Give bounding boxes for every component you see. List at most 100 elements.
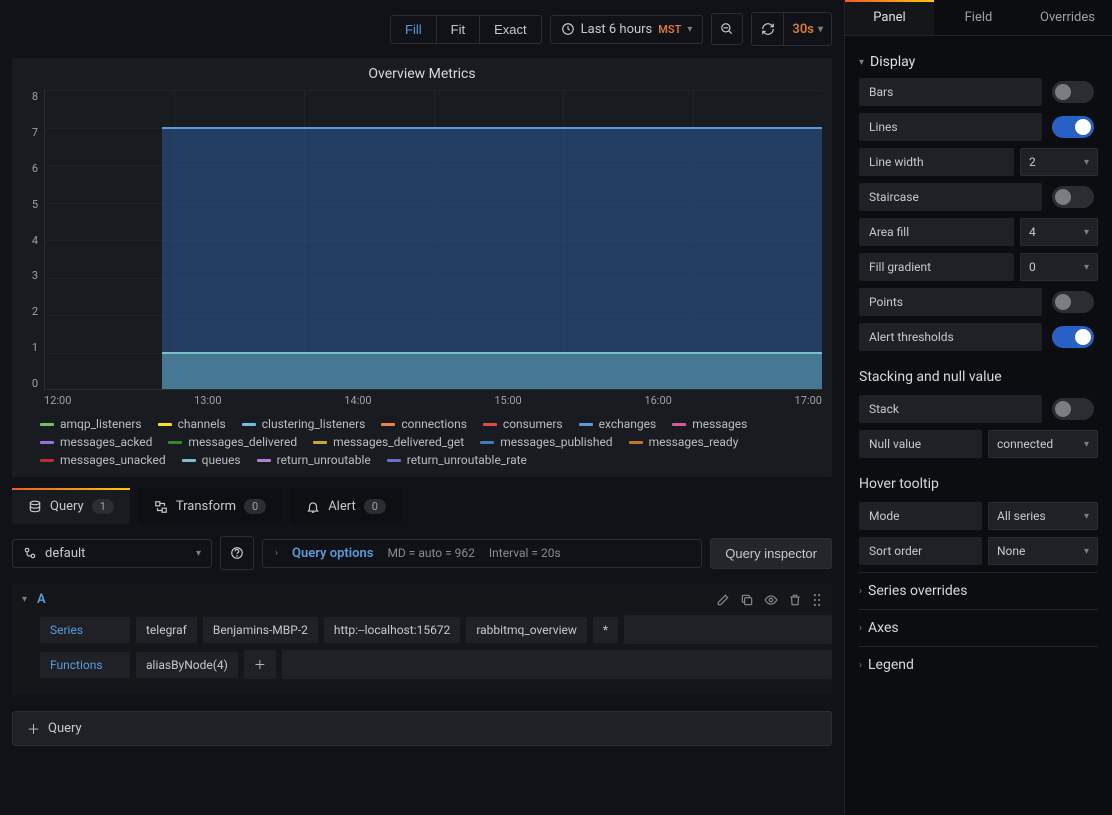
select-hover-mode[interactable]: All series▾ — [988, 502, 1098, 530]
legend-swatch — [40, 423, 54, 426]
legend-swatch — [158, 423, 172, 426]
refresh-button[interactable] — [752, 13, 784, 45]
zoom-out-button[interactable] — [711, 13, 743, 45]
side-tabs: PanelFieldOverrides — [845, 0, 1112, 36]
toggle-stack[interactable] — [1052, 398, 1094, 420]
legend-item[interactable]: messages_acked — [40, 435, 152, 449]
section-series-overrides[interactable]: ›Series overrides — [859, 572, 1098, 609]
time-range-picker[interactable]: Last 6 hours MST ▾ — [550, 15, 704, 44]
series-segment[interactable]: * — [593, 617, 618, 643]
refresh-combo: 30s ▾ — [751, 12, 832, 46]
select-nullvalue[interactable]: connected▾ — [988, 430, 1098, 458]
query-options-bar[interactable]: › Query options MD = auto = 962 Interval… — [262, 539, 702, 568]
toggle-points[interactable] — [1052, 291, 1094, 313]
legend-swatch — [483, 423, 497, 426]
select-fillgradient[interactable]: 0▾ — [1020, 253, 1098, 281]
toggle-lines[interactable] — [1052, 116, 1094, 138]
query-options-link[interactable]: Query options — [292, 546, 373, 561]
chevron-down-icon: ▾ — [859, 57, 864, 68]
legend-swatch — [579, 423, 593, 426]
legend-item[interactable]: channels — [158, 417, 226, 431]
query-ref-id[interactable]: A — [37, 592, 46, 607]
chevron-right-icon: › — [859, 660, 862, 671]
trash-icon[interactable] — [788, 593, 802, 607]
legend-item[interactable]: return_unroutable — [257, 453, 371, 467]
series-segment[interactable]: http:--localhost:15672 — [324, 617, 460, 643]
legend-swatch — [40, 459, 54, 462]
scale-mode-fit[interactable]: Fit — [436, 16, 479, 43]
select-areafill[interactable]: 4▾ — [1020, 218, 1098, 246]
legend-item[interactable]: messages_delivered_get — [313, 435, 464, 449]
section-legend[interactable]: ›Legend — [859, 646, 1098, 683]
legend-item[interactable]: connections — [381, 417, 467, 431]
legend-swatch — [381, 423, 395, 426]
legend-item[interactable]: return_unroutable_rate — [387, 453, 527, 467]
legend-swatch — [168, 441, 182, 444]
chevron-right-icon: › — [275, 548, 278, 559]
chevron-down-icon: ▾ — [687, 24, 692, 35]
drag-handle-icon[interactable] — [812, 593, 822, 607]
legend-item[interactable]: messages_ready — [629, 435, 739, 449]
chevron-down-icon: ▾ — [196, 548, 201, 559]
tab-query[interactable]: Query 1 — [12, 489, 130, 524]
refresh-interval-select[interactable]: 30s ▾ — [784, 22, 831, 37]
chevron-right-icon: › — [859, 623, 862, 634]
chevron-down-icon: ▾ — [818, 24, 823, 35]
chart-plot[interactable] — [44, 90, 822, 390]
legend-swatch — [242, 423, 256, 426]
side-tab-overrides[interactable]: Overrides — [1023, 0, 1112, 35]
side-tab-field[interactable]: Field — [934, 0, 1023, 35]
section-axes[interactable]: ›Axes — [859, 609, 1098, 646]
opt-fillgrad-label: Fill gradient — [859, 253, 1014, 281]
opt-bars-label: Bars — [859, 78, 1042, 106]
legend-swatch — [313, 441, 327, 444]
copy-icon[interactable] — [740, 593, 754, 607]
toggle-staircase[interactable] — [1052, 186, 1094, 208]
scale-mode-group: FillFitExact — [390, 15, 542, 44]
query-row-a: ▾ A Series telegrafBenjamins-MBP-2http:-… — [12, 584, 832, 695]
legend-item[interactable]: amqp_listeners — [40, 417, 142, 431]
plus-icon: ＋ — [27, 719, 40, 738]
series-segment[interactable]: Benjamins-MBP-2 — [203, 617, 318, 643]
legend-swatch — [40, 441, 54, 444]
scale-mode-fill[interactable]: Fill — [391, 16, 436, 43]
subhead-hover: Hover tooltip — [859, 476, 1098, 492]
legend-item[interactable]: consumers — [483, 417, 563, 431]
add-function-button[interactable]: ＋ — [244, 650, 276, 679]
eye-icon[interactable] — [764, 593, 778, 607]
tab-alert[interactable]: Alert 0 — [290, 489, 402, 524]
series-label: Series — [40, 617, 130, 643]
opt-lines-label: Lines — [859, 113, 1042, 141]
toggle-alert-thresholds[interactable] — [1052, 326, 1094, 348]
legend-item[interactable]: messages — [672, 417, 747, 431]
side-tab-panel[interactable]: Panel — [845, 0, 934, 35]
select-linewidth[interactable]: 2▾ — [1020, 148, 1098, 176]
query-inspector-button[interactable]: Query inspector — [710, 538, 832, 569]
scale-mode-exact[interactable]: Exact — [479, 16, 541, 43]
add-query-button[interactable]: ＋ Query — [12, 711, 832, 746]
select-hover-sort[interactable]: None▾ — [988, 537, 1098, 565]
legend-swatch — [672, 423, 686, 426]
chevron-right-icon: › — [859, 586, 862, 597]
toggle-bars[interactable] — [1052, 81, 1094, 103]
clock-icon — [561, 22, 575, 36]
series-segment[interactable]: rabbitmq_overview — [466, 617, 587, 643]
legend-swatch — [387, 459, 401, 462]
legend-swatch — [629, 441, 643, 444]
legend-item[interactable]: queues — [182, 453, 241, 467]
legend-item[interactable]: messages_published — [480, 435, 612, 449]
legend-item[interactable]: clustering_listeners — [242, 417, 366, 431]
legend-item[interactable]: messages_delivered — [168, 435, 297, 449]
datasource-icon — [23, 546, 37, 560]
chevron-down-icon[interactable]: ▾ — [22, 594, 27, 605]
section-display[interactable]: ▾ Display — [859, 46, 1098, 78]
function-segment[interactable]: aliasByNode(4) — [136, 652, 238, 678]
tab-transform[interactable]: Transform 0 — [138, 489, 282, 524]
datasource-select[interactable]: default ▾ — [12, 539, 212, 568]
edit-icon[interactable] — [716, 593, 730, 607]
legend-item[interactable]: exchanges — [579, 417, 657, 431]
time-range-label: Last 6 hours — [581, 22, 653, 37]
series-segment[interactable]: telegraf — [136, 617, 197, 643]
legend-item[interactable]: messages_unacked — [40, 453, 166, 467]
datasource-help-button[interactable] — [220, 536, 254, 570]
